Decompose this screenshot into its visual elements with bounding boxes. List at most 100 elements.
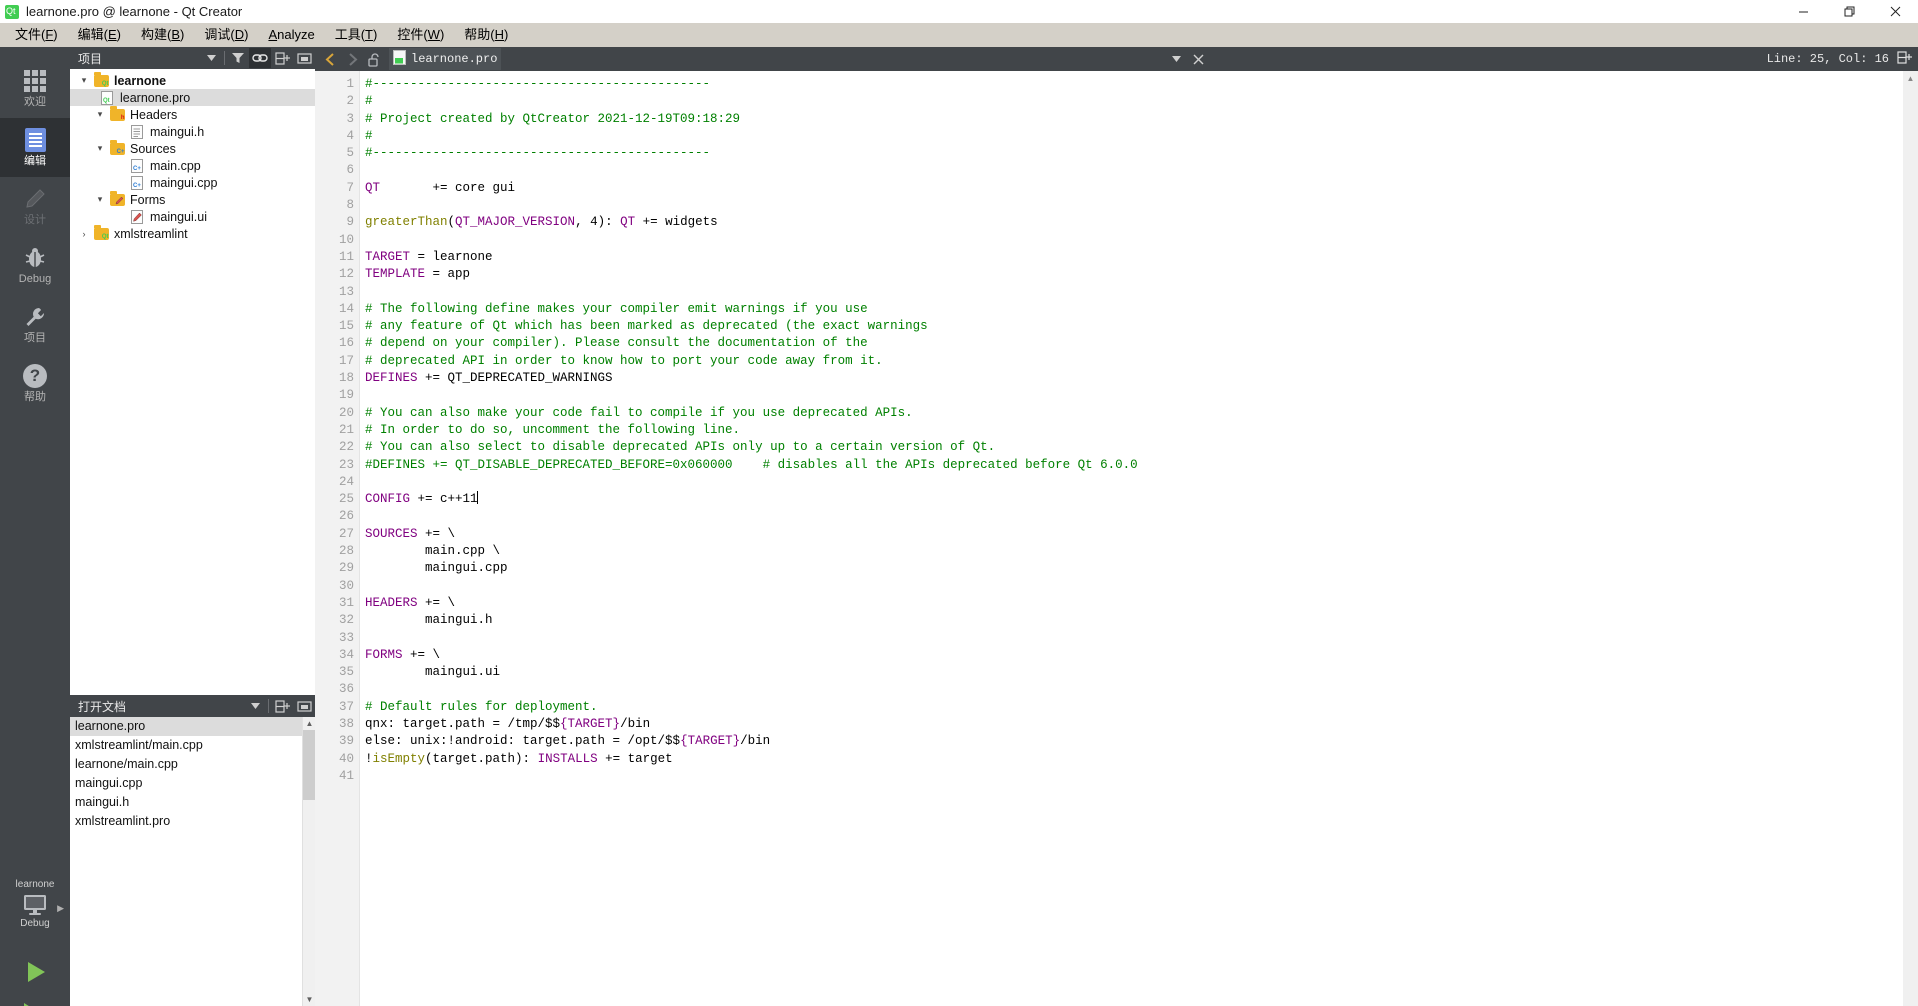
scroll-up-arrow-icon[interactable]: ▲ bbox=[1903, 71, 1918, 85]
kit-selector[interactable]: learnone ▶ Debug bbox=[0, 875, 70, 945]
code-line[interactable]: SOURCES += \ bbox=[365, 526, 1918, 543]
code-line[interactable] bbox=[365, 232, 1918, 249]
code-line[interactable]: maingui.cpp bbox=[365, 560, 1918, 577]
document-item[interactable]: learnone/main.cpp bbox=[70, 755, 315, 774]
code-line[interactable]: maingui.h bbox=[365, 612, 1918, 629]
projects-dropdown-arrow-icon[interactable] bbox=[200, 48, 222, 68]
unlocked-padlock-icon[interactable] bbox=[363, 48, 385, 70]
expand-twisty-icon[interactable]: ▾ bbox=[92, 191, 108, 208]
menu-widgets[interactable]: 控件(W) bbox=[387, 24, 454, 46]
start-debugging-button[interactable] bbox=[0, 991, 70, 1006]
close-editor-icon[interactable] bbox=[1187, 48, 1209, 70]
code-line[interactable]: !isEmpty(target.path): INSTALLS += targe… bbox=[365, 751, 1918, 768]
menu-analyze[interactable]: Analyze bbox=[258, 24, 324, 46]
open-documents-scrollbar[interactable]: ▲ ▼ bbox=[302, 717, 315, 1006]
chevron-down-icon[interactable] bbox=[1165, 48, 1187, 70]
code-line[interactable]: # any feature of Qt which has been marke… bbox=[365, 318, 1918, 335]
close-button[interactable] bbox=[1872, 0, 1918, 23]
code-line[interactable]: # bbox=[365, 128, 1918, 145]
menu-file[interactable]: 文件(F) bbox=[5, 24, 68, 46]
code-line[interactable]: #DEFINES += QT_DISABLE_DEPRECATED_BEFORE… bbox=[365, 457, 1918, 474]
code-text[interactable]: #---------------------------------------… bbox=[360, 71, 1918, 1006]
tree-item-main-cpp[interactable]: C+ main.cpp bbox=[70, 157, 315, 174]
code-line[interactable]: # Project created by QtCreator 2021-12-1… bbox=[365, 111, 1918, 128]
code-line[interactable]: DEFINES += QT_DEPRECATED_WARNINGS bbox=[365, 370, 1918, 387]
scroll-up-arrow-icon[interactable]: ▲ bbox=[303, 717, 315, 730]
document-item[interactable]: maingui.h bbox=[70, 793, 315, 812]
code-line[interactable]: qnx: target.path = /tmp/$${TARGET}/bin bbox=[365, 716, 1918, 733]
mode-welcome[interactable]: 欢迎 bbox=[0, 59, 70, 118]
scroll-down-arrow-icon[interactable]: ▼ bbox=[303, 993, 315, 1006]
navigate-back-icon[interactable] bbox=[319, 48, 341, 70]
code-line[interactable]: # deprecated API in order to know how to… bbox=[365, 353, 1918, 370]
tree-item-learnone[interactable]: ▾ Qt learnone bbox=[70, 71, 315, 89]
expand-twisty-icon[interactable]: ▾ bbox=[92, 140, 108, 157]
document-item[interactable]: xmlstreamlint.pro bbox=[70, 812, 315, 831]
code-line[interactable]: # The following define makes your compil… bbox=[365, 301, 1918, 318]
mode-help[interactable]: ? 帮助 bbox=[0, 354, 70, 413]
code-line[interactable] bbox=[365, 768, 1918, 785]
tree-item-maingui-h[interactable]: maingui.h bbox=[70, 123, 315, 140]
document-item[interactable]: maingui.cpp bbox=[70, 774, 315, 793]
run-button[interactable] bbox=[0, 949, 70, 995]
mode-design[interactable]: 设计 bbox=[0, 177, 70, 236]
collapse-twisty-icon[interactable]: › bbox=[76, 225, 92, 242]
link-with-editor-icon[interactable] bbox=[249, 48, 271, 68]
code-line[interactable]: TEMPLATE = app bbox=[365, 266, 1918, 283]
menu-build[interactable]: 构建(B) bbox=[131, 24, 194, 46]
expand-twisty-icon[interactable]: ▾ bbox=[76, 72, 92, 89]
documents-dropdown-arrow-icon[interactable] bbox=[244, 696, 266, 716]
tree-item-sources[interactable]: ▾ C+ Sources bbox=[70, 139, 315, 157]
code-line[interactable] bbox=[365, 630, 1918, 647]
close-panel-icon[interactable] bbox=[293, 696, 315, 716]
split-panel-icon[interactable] bbox=[271, 696, 293, 716]
code-line[interactable]: greaterThan(QT_MAJOR_VERSION, 4): QT += … bbox=[365, 214, 1918, 231]
code-line[interactable]: main.cpp \ bbox=[365, 543, 1918, 560]
code-line[interactable]: FORMS += \ bbox=[365, 647, 1918, 664]
code-line[interactable] bbox=[365, 681, 1918, 698]
navigate-forward-icon[interactable] bbox=[341, 48, 363, 70]
menu-help[interactable]: 帮助(H) bbox=[454, 24, 518, 46]
code-line[interactable]: maingui.ui bbox=[365, 664, 1918, 681]
code-line[interactable]: # Default rules for deployment. bbox=[365, 699, 1918, 716]
code-line[interactable] bbox=[365, 162, 1918, 179]
code-line[interactable]: # bbox=[365, 93, 1918, 110]
document-item[interactable]: learnone.pro bbox=[70, 717, 315, 736]
expand-twisty-icon[interactable]: ▾ bbox=[92, 106, 108, 123]
code-line[interactable] bbox=[365, 508, 1918, 525]
code-line[interactable]: # depend on your compiler). Please consu… bbox=[365, 335, 1918, 352]
split-editor-icon[interactable] bbox=[1897, 50, 1912, 68]
code-line[interactable]: CONFIG += c++11 bbox=[365, 491, 1918, 508]
minimize-button[interactable] bbox=[1780, 0, 1826, 23]
filter-icon[interactable] bbox=[227, 48, 249, 68]
close-panel-icon[interactable] bbox=[293, 48, 315, 68]
code-editor[interactable]: 1 2 3 4 5 6 7 8 9 10 11 12 13 14 15 16 17 18 19 20 21 22 23 24 2… bbox=[315, 71, 1918, 1006]
code-line[interactable] bbox=[365, 197, 1918, 214]
code-line[interactable]: #---------------------------------------… bbox=[365, 145, 1918, 162]
tree-item-maingui-ui[interactable]: maingui.ui bbox=[70, 208, 315, 225]
tree-item-xmlstreamlint[interactable]: › Qt xmlstreamlint bbox=[70, 224, 315, 242]
code-line[interactable] bbox=[365, 284, 1918, 301]
code-line[interactable]: # In order to do so, uncomment the follo… bbox=[365, 422, 1918, 439]
tree-item-headers[interactable]: ▾ h Headers bbox=[70, 105, 315, 123]
editor-file-tab[interactable]: learnone.pro bbox=[389, 48, 502, 70]
code-line[interactable] bbox=[365, 387, 1918, 404]
editor-vertical-scrollbar[interactable]: ▲ bbox=[1903, 71, 1918, 1006]
project-tree[interactable]: ▾ Qt learnone Qt learnone.pro ▾ h Header… bbox=[70, 69, 315, 695]
split-panel-icon[interactable] bbox=[271, 48, 293, 68]
menu-edit[interactable]: 编辑(E) bbox=[68, 24, 131, 46]
scrollbar-thumb[interactable] bbox=[303, 730, 315, 800]
mode-edit[interactable]: 编辑 bbox=[0, 118, 70, 177]
code-line[interactable] bbox=[365, 578, 1918, 595]
mode-debug[interactable]: Debug bbox=[0, 236, 70, 295]
tree-item-learnone-pro[interactable]: Qt learnone.pro bbox=[70, 89, 315, 106]
code-line[interactable]: HEADERS += \ bbox=[365, 595, 1918, 612]
document-item[interactable]: xmlstreamlint/main.cpp bbox=[70, 736, 315, 755]
code-line[interactable]: TARGET = learnone bbox=[365, 249, 1918, 266]
code-line[interactable]: QT += core gui bbox=[365, 180, 1918, 197]
menu-tools[interactable]: 工具(T) bbox=[325, 24, 388, 46]
code-line[interactable]: #---------------------------------------… bbox=[365, 76, 1918, 93]
maximize-restore-button[interactable] bbox=[1826, 0, 1872, 23]
open-documents-list[interactable]: learnone.pro xmlstreamlint/main.cpp lear… bbox=[70, 717, 315, 1006]
code-line[interactable]: # You can also make your code fail to co… bbox=[365, 405, 1918, 422]
